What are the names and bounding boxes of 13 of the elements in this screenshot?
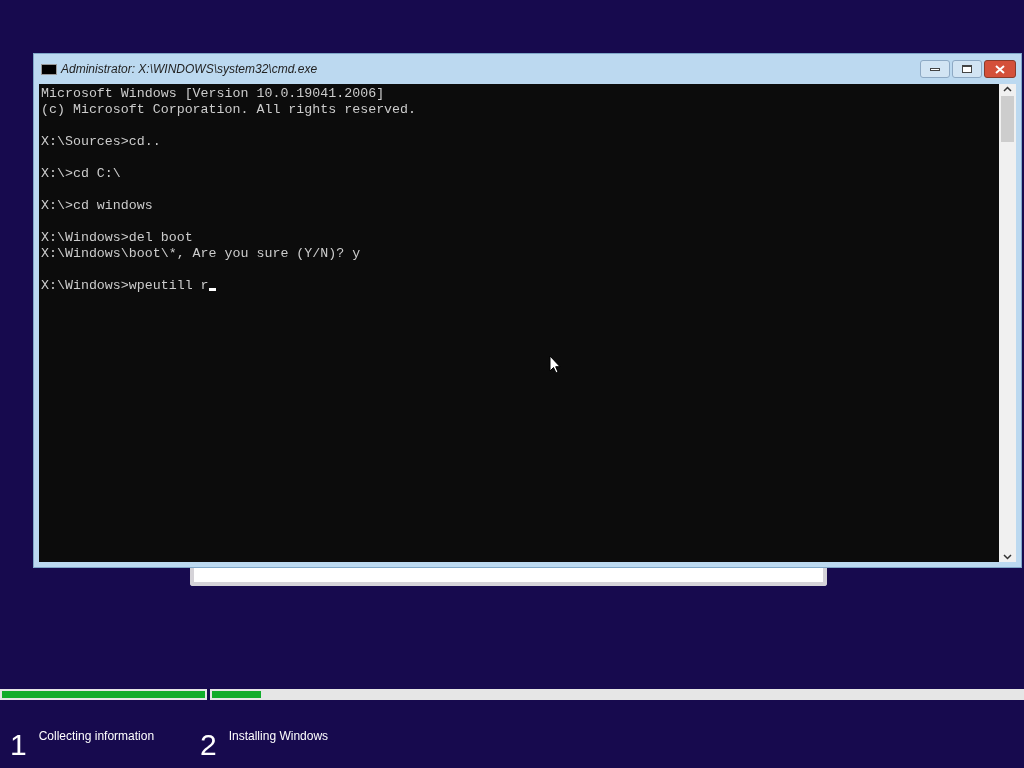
console-line: X:\Windows>wpeutill r (41, 278, 209, 294)
console-line: X:\>cd windows (41, 198, 153, 214)
console-line: X:\Windows>del boot (41, 230, 193, 246)
console-line: X:\Sources>cd.. (41, 134, 161, 150)
window-title: Administrator: X:\WINDOWS\system32\cmd.exe (61, 61, 318, 78)
console-line: (c) Microsoft Corporation. All rights reserved. (41, 102, 417, 118)
step-number: 1 (10, 730, 27, 763)
console-line: X:\>cd C:\ (41, 166, 121, 182)
console-line: X:\Windows\boot\*, Are you sure (Y/N)? y (41, 246, 361, 262)
console-line: Microsoft Windows [Version 10.0.19041.2006] (41, 86, 385, 102)
step-number: 2 (200, 730, 217, 763)
step-label: Installing Windows (228, 728, 329, 745)
step-label: Collecting information (38, 728, 155, 745)
